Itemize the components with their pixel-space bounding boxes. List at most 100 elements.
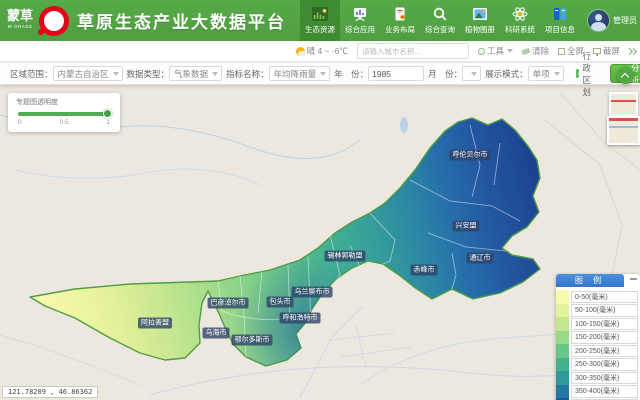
indicator-value: 年均降雨量 [274, 68, 317, 80]
opacity-panel: 专题图透明度 0 0.5 1 [8, 93, 120, 132]
region-select[interactable]: 内蒙古自治区 [53, 66, 123, 81]
nav-label: 生态资源 [305, 24, 335, 35]
caret-down-icon [554, 72, 560, 76]
legend-label: 200-250(毫米) [571, 345, 638, 358]
user-name: 管理员 [613, 15, 637, 26]
plant-atlas-icon [472, 7, 488, 22]
user-menu[interactable]: 管理员 [587, 0, 637, 41]
nav-label: 业务布局 [385, 24, 415, 35]
mode-label: 展示模式： [485, 68, 528, 80]
legend-panel: 图 例 0-50(毫米) 50-100(毫米) 100-150(毫米) 150-… [556, 274, 640, 400]
tools-dropdown[interactable]: 工具 [478, 45, 513, 57]
legend-row: 200-250(毫米) [556, 344, 640, 358]
nav-item-search-query[interactable]: 综合查询 [420, 0, 460, 41]
datatype-value: 气象数据 [174, 68, 208, 80]
collapse-toolbar-button[interactable] [617, 67, 634, 84]
legend-label: 350-400(毫米) [571, 385, 638, 398]
legend-row: 0-50(毫米) [556, 290, 640, 304]
opacity-ticks: 0 0.5 1 [18, 119, 110, 126]
city-label: 鄂尔多斯市 [232, 335, 273, 346]
indicator-select[interactable]: 年均降雨量 [269, 66, 331, 81]
more-tools-button[interactable] [628, 49, 636, 54]
city-label: 通辽市 [467, 253, 494, 264]
business-layout-icon [392, 7, 408, 22]
tick-05: 0.5 [59, 119, 68, 126]
tools-icon [478, 48, 485, 55]
year-input[interactable] [368, 66, 424, 81]
secondary-toolbar: 晴 4 ~ -6℃ 工具 清除 全屏 截屏 [0, 41, 640, 62]
datatype-label: 数据类型： [127, 68, 170, 80]
city-label: 阿拉善盟 [138, 318, 172, 329]
screenshot-label: 截屏 [603, 45, 620, 57]
legend-rows: 0-50(毫米) 50-100(毫米) 100-150(毫米) 150-200(… [556, 290, 640, 400]
fullscreen-icon [558, 48, 565, 55]
caret-down-icon [471, 72, 477, 76]
legend-row: 50-100(毫米) [556, 304, 640, 318]
comprehensive-app-icon [352, 7, 368, 22]
city-label: 兴安盟 [453, 221, 480, 232]
opacity-panel-title: 专题图透明度 [8, 93, 120, 107]
screenshot-button[interactable]: 截屏 [593, 45, 620, 57]
opacity-slider[interactable] [18, 112, 108, 116]
legend-row: 100-150(毫米) [556, 317, 640, 331]
brand: 蒙草 M-GRASS 草原生态产业大数据平台 [0, 6, 286, 36]
opacity-slider-handle[interactable] [103, 109, 112, 118]
nav-label: 综合应用 [345, 24, 375, 35]
mengcao-logo-icon [39, 6, 69, 36]
mode-value: 单项 [533, 68, 550, 80]
legend-label: 300-350(毫米) [571, 372, 638, 385]
city-label: 乌海市 [203, 328, 230, 339]
map-canvas[interactable] [0, 85, 640, 400]
nav-item-business-layout[interactable]: 业务布局 [380, 0, 420, 41]
city-label: 包头市 [267, 297, 294, 308]
city-search-input[interactable] [357, 43, 469, 59]
city-label: 乌兰察布市 [292, 287, 333, 298]
filter-toolbar: 区域范围： 内蒙古自治区 数据类型： 气象数据 指标名称： 年均降雨量 年 份：… [0, 63, 640, 85]
basemap-background [0, 85, 640, 400]
legend-swatch [556, 385, 569, 399]
nav-item-comprehensive-app[interactable]: 综合应用 [340, 0, 380, 41]
chevron-up-icon [621, 73, 629, 81]
legend-swatch [556, 344, 569, 358]
datatype-select[interactable]: 气象数据 [169, 66, 222, 81]
legend-swatch [556, 290, 569, 304]
legend-collapse-icon[interactable] [630, 278, 637, 280]
double-chevron-right-icon [630, 47, 637, 54]
month-select[interactable] [462, 66, 481, 81]
nav-label: 项目信息 [545, 24, 575, 35]
chevron-down-icon [507, 49, 513, 53]
legend-row: 250-300(毫米) [556, 358, 640, 372]
tick-0: 0 [18, 119, 22, 126]
brand-wordmark: 蒙草 M-GRASS [7, 10, 33, 32]
research-system-icon [512, 7, 528, 22]
basemap-thumbnail-1[interactable] [609, 92, 638, 116]
nav-label: 植物图册 [465, 24, 495, 35]
nav-item-research-system[interactable]: 科研系统 [500, 0, 540, 41]
weather-text: 晴 4 ~ -6℃ [307, 45, 348, 57]
app-window: 蒙草 M-GRASS 草原生态产业大数据平台 生态资源 综合应用 [0, 0, 640, 400]
admin-division-checkbox[interactable]: 行政区划 [576, 50, 597, 98]
indicator-label: 指标名称： [226, 68, 269, 80]
caret-down-icon [320, 72, 326, 76]
basemap-thumbnail-2[interactable] [607, 116, 640, 145]
weather-widget: 晴 4 ~ -6℃ [296, 45, 348, 57]
nav-item-eco-resource[interactable]: 生态资源 [300, 0, 340, 41]
city-label: 巴彦淖尔市 [208, 298, 249, 309]
region-label: 区域范围： [10, 68, 53, 80]
city-label: 呼伦贝尔市 [450, 150, 491, 161]
mode-select[interactable]: 单项 [528, 66, 564, 81]
sun-icon [296, 47, 305, 56]
nav-label: 科研系统 [505, 24, 535, 35]
region-value: 内蒙古自治区 [58, 68, 109, 80]
map-area: 呼伦贝尔市 兴安盟 通辽市 赤峰市 锡林郭勒盟 乌兰察布市 呼和浩特市 包头市 … [0, 85, 640, 400]
clear-button[interactable]: 清除 [522, 45, 549, 57]
legend-row: 300-350(毫米) [556, 371, 640, 385]
tools-label: 工具 [487, 45, 504, 57]
brand-en: M-GRASS [7, 21, 33, 32]
nav-item-project-info[interactable]: 项目信息 [540, 0, 580, 41]
admin-division-label: 行政区划 [582, 50, 596, 98]
nav-item-plant-atlas[interactable]: 植物图册 [460, 0, 500, 41]
legend-swatch [556, 317, 569, 331]
lake [400, 117, 408, 133]
header: 蒙草 M-GRASS 草原生态产业大数据平台 生态资源 综合应用 [0, 0, 640, 41]
